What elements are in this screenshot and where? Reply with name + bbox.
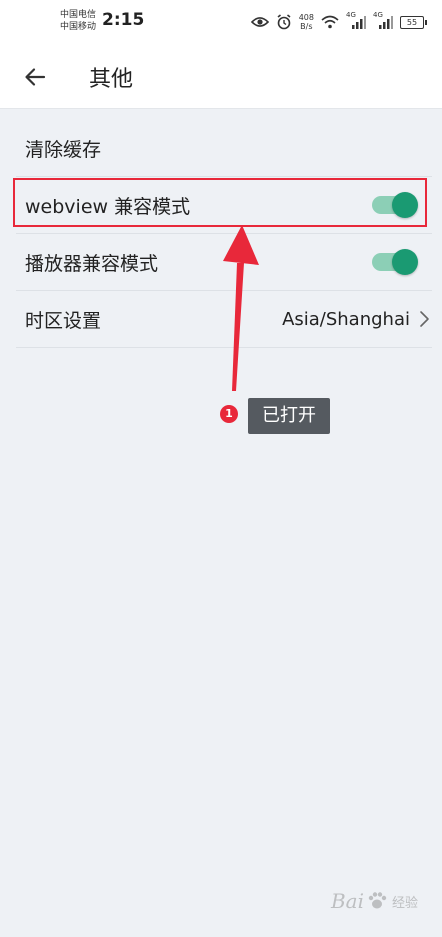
- highlight-box: [13, 178, 427, 227]
- signal-2: 4G: [373, 11, 393, 30]
- arrow-left-icon: [25, 68, 46, 86]
- status-icons: 408 B/s 4G 4G 55: [250, 11, 427, 32]
- signal-icon: [352, 16, 366, 29]
- player-compat-toggle[interactable]: [372, 249, 418, 275]
- timezone-value: Asia/Shanghai: [282, 308, 410, 330]
- callout-label: 已打开: [248, 398, 330, 434]
- watermark-suffix: 经验: [391, 895, 418, 911]
- signal-1: 4G: [346, 11, 366, 30]
- title-bar: 其他: [0, 44, 442, 109]
- net-speed-unit: B/s: [300, 22, 313, 31]
- step-badge: 1: [220, 405, 238, 423]
- net-speed: 408 B/s: [299, 13, 314, 31]
- player-compat-label: 播放器兼容模式: [25, 252, 159, 275]
- alarm-icon: [277, 14, 291, 30]
- clear-cache-row[interactable]: 清除缓存: [16, 120, 432, 177]
- chevron-right-icon: [420, 311, 429, 327]
- wifi-icon: [321, 15, 339, 29]
- net-speed-value: 408: [298, 13, 314, 22]
- status-bar: 中国电信 中国移动 2:15 408 B/s 4G 4G 55: [0, 0, 442, 44]
- eye-icon: [250, 17, 269, 27]
- back-button[interactable]: [20, 62, 50, 92]
- watermark: Bai 经验: [331, 889, 418, 913]
- signal-icon: [379, 16, 393, 29]
- paw-icon: [368, 892, 387, 909]
- timezone-label: 时区设置: [25, 309, 102, 332]
- status-time: 2:15: [102, 10, 145, 30]
- watermark-brand: Bai: [330, 889, 364, 913]
- arrow-up-icon: [223, 225, 259, 391]
- page-title: 其他: [89, 67, 134, 92]
- clear-cache-label: 清除缓存: [25, 138, 102, 161]
- battery-icon: 55: [400, 15, 427, 29]
- timezone-value-wrap: Asia/Shanghai: [282, 309, 432, 330]
- toggle-knob: [392, 249, 418, 275]
